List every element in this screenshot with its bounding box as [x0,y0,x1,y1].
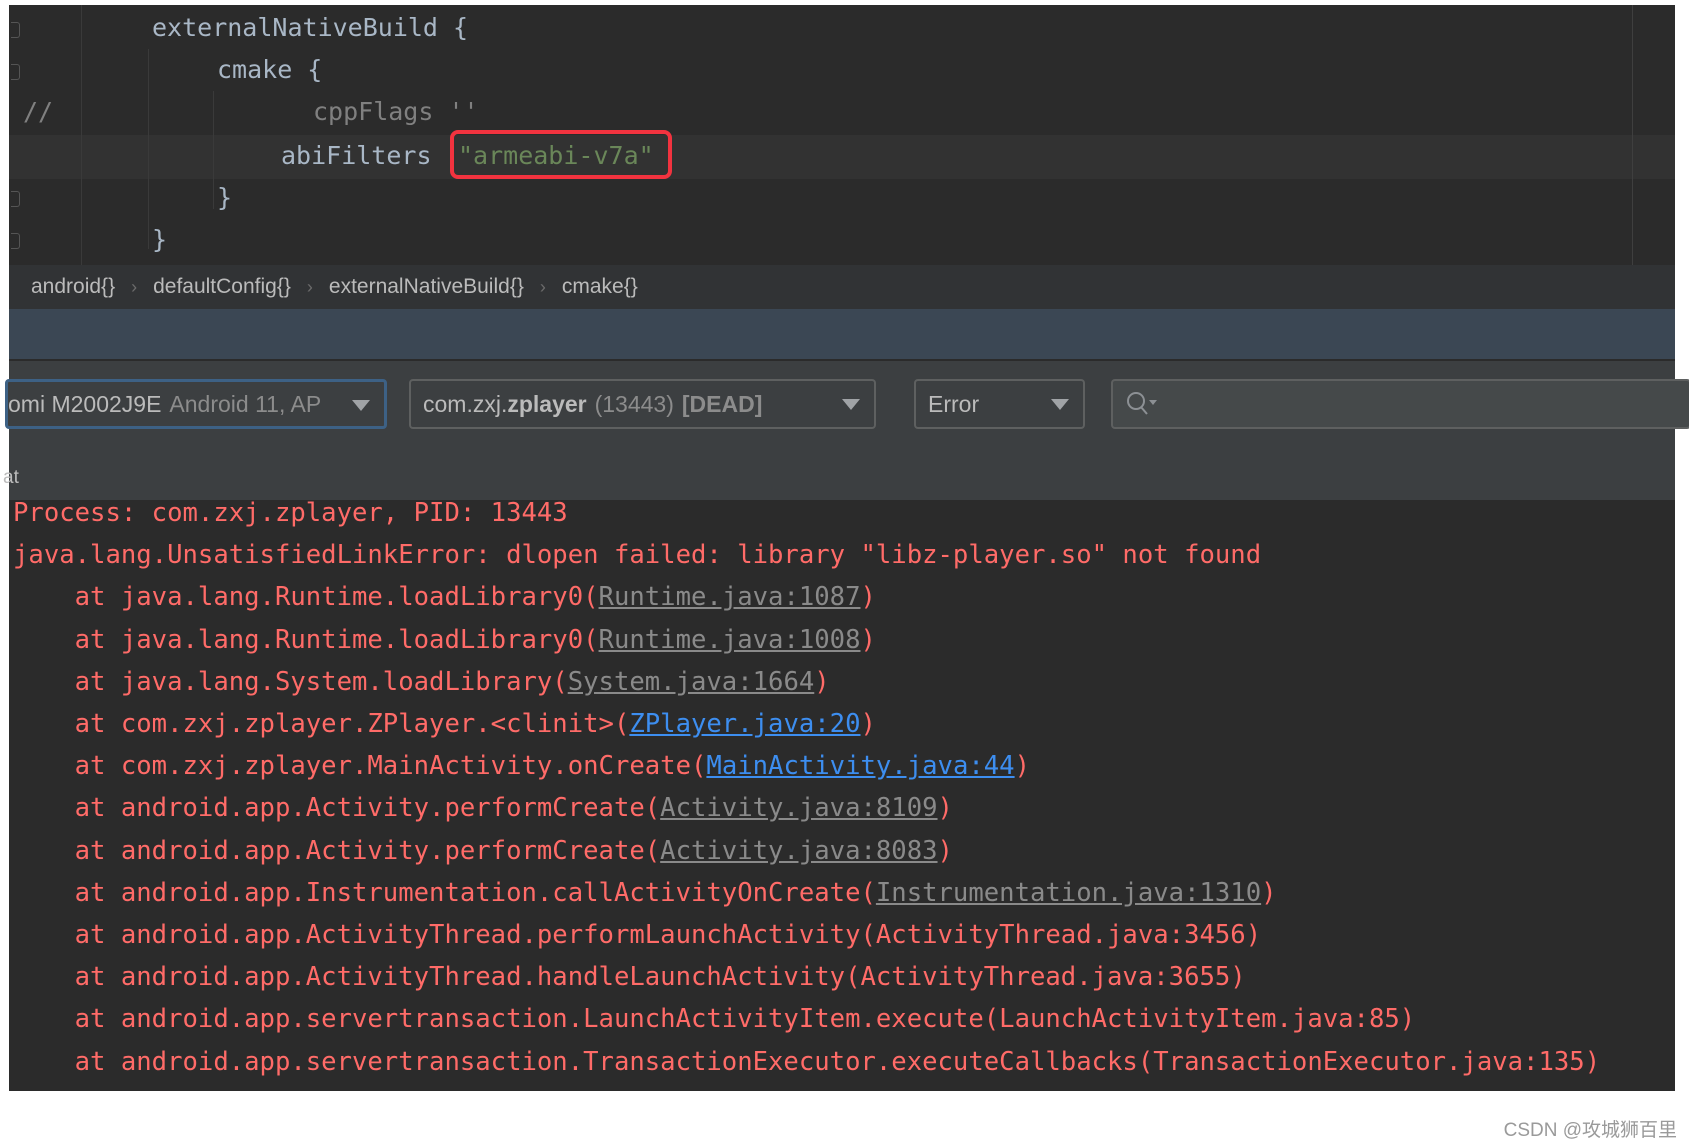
logcat-output[interactable]: Process: com.zxj.zplayer, PID: 13443 java… [9,500,1675,1091]
log-text: ) [937,835,953,866]
search-input[interactable] [1111,379,1689,429]
code-editor[interactable]: externalNativeBuild { cmake { // cppFlag… [9,5,1675,265]
process-state: [DEAD] [681,390,763,417]
highlight-annotation-box [450,130,672,179]
log-text: at android.app.ActivityThread.handleLaun… [13,962,1246,993]
device-detail: Android 11, AP [169,390,322,417]
log-text: at android.app.Instrumentation.callActiv… [13,877,876,908]
fold-marker-icon[interactable] [11,191,20,207]
tool-window-header [9,309,1675,361]
fold-marker-icon[interactable] [11,22,20,38]
watermark: CSDN @攻城狮百里 [1503,1120,1677,1141]
indent-guide [213,91,214,209]
log-line: at android.app.ActivityThread.performLau… [13,914,1261,956]
log-text: at java.lang.Runtime.loadLibrary0( [13,624,599,655]
device-dropdown[interactable]: omi M2002J9E Android 11, AP [5,379,387,429]
log-line: Process: com.zxj.zplayer, PID: 13443 [13,500,568,534]
code-line: abiFilters [281,141,447,170]
log-text: ) [860,709,876,739]
line-comment-marker: // [23,97,54,126]
log-text: at com.zxj.zplayer.MainActivity.onCreate… [13,751,707,782]
code-line: cmake { [217,55,323,84]
current-line-highlight [9,135,1675,179]
search-icon [1127,392,1157,415]
log-text: at android.app.Activity.performCreate( [13,835,661,866]
log-line: at java.lang.Runtime.loadLibrary0(Runtim… [13,576,876,618]
source-link[interactable]: MainActivity.java:44 [706,751,1014,781]
right-margin-guide [1632,5,1633,265]
chevron-right-icon: › [306,276,313,297]
log-line: java.lang.UnsatisfiedLinkError: dlopen f… [13,534,1261,576]
source-link[interactable]: System.java:1664 [568,667,815,697]
chevron-down-icon [842,399,860,410]
chevron-right-icon: › [131,276,138,297]
device-name: omi M2002J9E [8,390,162,417]
logcat-toolbar: omi M2002J9E Android 11, AP com.zxj. zpla… [3,361,1689,500]
log-line: at android.app.Instrumentation.callActiv… [13,872,1277,914]
log-line: at android.app.servertransaction.LaunchA… [13,998,1416,1040]
process-package-name: zplayer [507,390,587,417]
log-text: ) [860,624,876,655]
fold-marker-icon[interactable] [11,233,20,249]
log-line: at android.app.Activity.performCreate(Ac… [13,787,953,829]
process-pid: (13443) [594,390,674,417]
gutter-divider [81,5,82,265]
log-level-value: Error [928,390,980,417]
log-text: at com.zxj.zplayer.ZPlayer.<clinit>( [13,709,630,739]
fold-marker-icon[interactable] [11,64,20,80]
log-text: ) [1014,751,1031,782]
source-link[interactable]: Runtime.java:1008 [599,625,861,655]
code-line: } [152,225,168,254]
log-text: ) [860,582,876,613]
chevron-down-icon [352,400,370,411]
log-text: at java.lang.Runtime.loadLibrary0( [13,582,599,613]
log-line: at com.zxj.zplayer.ZPlayer.<clinit>(ZPla… [13,703,876,745]
log-text: ) [1261,877,1277,908]
code-line: } [217,183,233,212]
log-text: at java.lang.System.loadLibrary( [13,666,568,697]
log-line: at com.zxj.zplayer.MainActivity.onCreate… [13,745,1030,787]
source-link[interactable]: Runtime.java:1087 [599,582,861,612]
indent-guide [148,49,149,249]
logcat-tab-label[interactable]: at [3,467,19,489]
log-line: at android.app.servertransaction.Transac… [13,1041,1600,1083]
log-text: ) [937,793,953,824]
breadcrumb-item[interactable]: android{} [31,275,115,299]
breadcrumb: android{} › defaultConfig{} › externalNati… [9,265,1675,309]
source-link[interactable]: Activity.java:8083 [660,836,937,866]
log-text: at android.app.Activity.performCreate( [13,793,661,824]
process-dropdown[interactable]: com.zxj. zplayer (13443) [DEAD] [409,379,876,429]
log-level-dropdown[interactable]: Error [914,379,1085,429]
log-line: at android.app.Activity.performCreate(Ac… [13,830,953,872]
source-link[interactable]: Activity.java:8109 [660,793,937,823]
log-line: at android.app.ActivityThread.handleLaun… [13,956,1246,998]
source-link[interactable]: ZPlayer.java:20 [629,709,860,739]
chevron-right-icon: › [539,276,546,297]
log-text: Process: com.zxj.zplayer, PID: 13443 [13,500,568,528]
log-text: at android.app.servertransaction.LaunchA… [13,1004,1416,1035]
log-line: at java.lang.System.loadLibrary(System.j… [13,661,830,703]
log-text: at android.app.ActivityThread.performLau… [13,920,1262,950]
code-line: externalNativeBuild { [152,13,469,42]
code-line: cppFlags '' [313,97,479,126]
log-text: at android.app.servertransaction.Transac… [13,1046,1601,1077]
breadcrumb-item[interactable]: externalNativeBuild{} [329,275,524,299]
chevron-down-icon [1051,399,1069,410]
log-text: ) [814,666,830,697]
process-package-prefix: com.zxj. [423,390,508,417]
breadcrumb-item[interactable]: cmake{} [562,275,638,299]
breadcrumb-item[interactable]: defaultConfig{} [153,275,291,299]
log-line: at java.lang.Runtime.loadLibrary0(Runtim… [13,619,876,661]
log-text: java.lang.UnsatisfiedLinkError: dlopen f… [13,540,1262,571]
source-link[interactable]: Instrumentation.java:1310 [876,878,1261,908]
